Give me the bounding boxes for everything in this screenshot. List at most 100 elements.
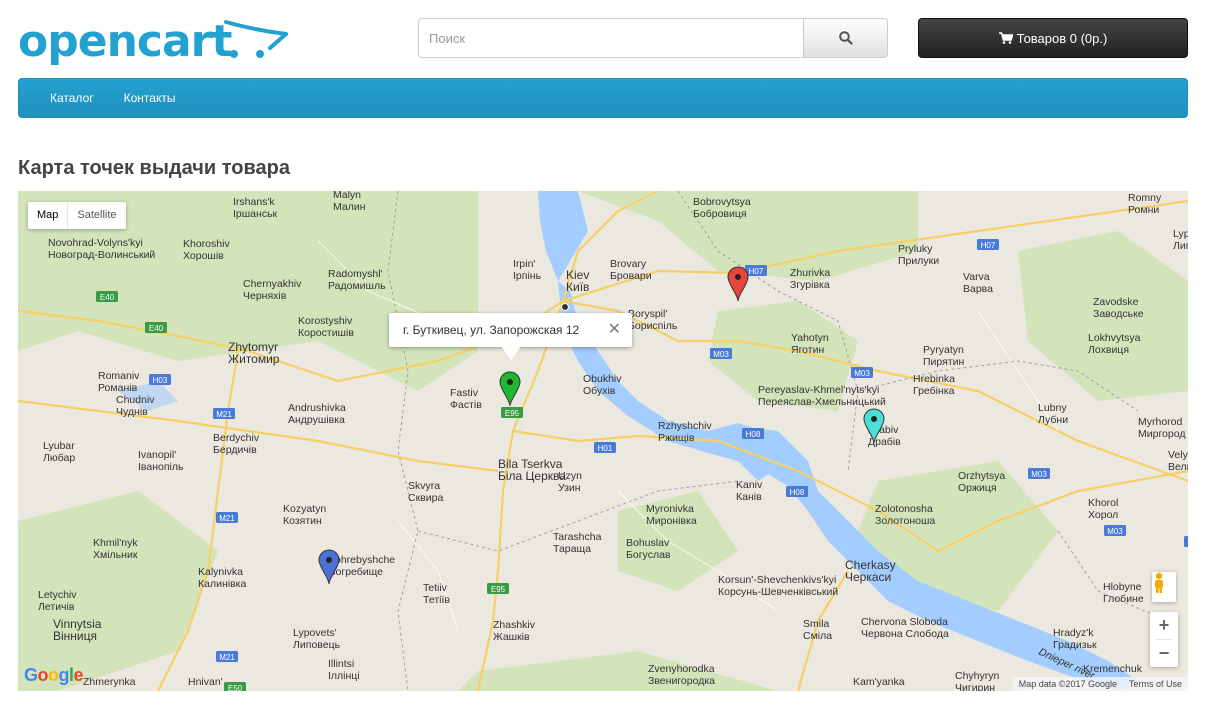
google-logo-text: Google xyxy=(24,665,84,685)
city-name: Zhashkiv xyxy=(493,619,536,631)
road-shield-label: H07 xyxy=(981,241,996,250)
city-local-name: Золотоноша xyxy=(875,515,935,527)
city-local-name: Червона Слобода xyxy=(861,628,949,640)
zoom-out-button[interactable]: − xyxy=(1150,640,1178,667)
google-map[interactable]: Malyn Малин Irshans'k Іршанськ Bobrovytsya Бо… xyxy=(18,191,1188,691)
city-label: KorostyshivКоростишів xyxy=(298,315,354,339)
city-label: Bila TserkvaБіла Церква xyxy=(498,457,566,483)
city-local-name: Чигирин xyxy=(955,682,995,691)
city-name: Myrhorod xyxy=(1138,416,1183,428)
road-shield-label: M21 xyxy=(219,653,235,662)
city-label: FastivФастів xyxy=(450,387,482,411)
cart-button[interactable]: Товаров 0 (0р.) xyxy=(918,18,1188,58)
logo-text: opencart xyxy=(18,16,232,67)
city-name: Khmil'nyk xyxy=(93,537,138,549)
city-label: Lypova DolynaЛипова Долина xyxy=(1173,228,1188,252)
city-label: MalynМалин xyxy=(333,191,366,213)
city-name: Brovary xyxy=(610,258,647,270)
city-name: Varva xyxy=(963,271,990,283)
street-view-pegman[interactable] xyxy=(1152,572,1176,602)
city-local-name: Бердичів xyxy=(213,444,257,456)
city-name: Zolotonosha xyxy=(875,503,933,515)
city-local-name: Богуслав xyxy=(626,549,671,561)
city-local-name: Миронівка xyxy=(646,515,697,527)
city-local-name: Хмільник xyxy=(93,549,138,561)
menu-item-contacts[interactable]: Контакты xyxy=(109,91,191,105)
city-name: Hnivan' xyxy=(188,676,223,688)
opencart-logo[interactable]: opencart xyxy=(18,14,288,70)
road-shield: H03 xyxy=(1184,536,1188,547)
page-title: Карта точек выдачи товара xyxy=(18,157,290,179)
city-label: KanivКанів xyxy=(736,479,763,503)
city-label: Zhmerynka xyxy=(83,676,136,688)
city-local-name: Тетіїв xyxy=(423,594,450,606)
search-input[interactable] xyxy=(418,18,803,58)
city-local-name: Гребінка xyxy=(913,385,955,397)
city-local-name: Любар xyxy=(43,452,75,464)
kiev-center-dot xyxy=(561,303,569,311)
city-name: Romaniv xyxy=(98,370,140,382)
city-label: RomanivРоманів xyxy=(98,370,140,394)
city-local-name: Оржиця xyxy=(958,482,997,494)
city-label: TetiivТетіїв xyxy=(423,582,450,606)
terms-of-use-link[interactable]: Terms of Use xyxy=(1129,677,1182,691)
city-local-name: Переяслав-Хмельницький xyxy=(758,396,886,408)
city-label: Irshans'kІршанськ xyxy=(233,196,278,220)
city-label: Velyka BahachkaВелика Багачка xyxy=(1168,449,1188,473)
city-name: Malyn xyxy=(333,191,361,201)
city-label: LyubarЛюбар xyxy=(43,440,75,464)
city-name: Chudniv xyxy=(116,394,155,406)
shopping-cart-icon xyxy=(998,32,1013,44)
city-name: Bobrovytsya xyxy=(693,196,751,208)
city-label: ZhashkivЖашків xyxy=(493,619,536,643)
city-name: Yahotyn xyxy=(791,332,829,344)
city-name: Zavodske xyxy=(1093,296,1139,308)
city-name: Chervona Sloboda xyxy=(861,616,948,628)
close-icon[interactable]: ✕ xyxy=(608,313,621,347)
city-local-name: Ірпінь xyxy=(513,270,542,282)
map-type-satellite-button[interactable]: Satellite xyxy=(67,202,125,229)
city-local-name: Іванопіль xyxy=(138,461,184,473)
pegman-icon xyxy=(1155,572,1163,593)
city-name: Andrushivka xyxy=(288,402,346,414)
road-shield: M03 xyxy=(851,367,873,378)
city-name: Skvyra xyxy=(408,480,440,492)
city-local-name: Градизьк xyxy=(1053,639,1097,651)
menu-item-catalog[interactable]: Каталог xyxy=(35,91,109,105)
map-canvas[interactable]: MalynМалин Irshans'kІршанськ Bobrovytsya Бо… xyxy=(18,191,1188,691)
city-local-name: Біла Церква xyxy=(498,469,566,483)
road-shield: E40 xyxy=(96,291,118,302)
city-local-name: Варва xyxy=(963,283,993,295)
road-shield: H07 xyxy=(977,239,999,250)
city-local-name: Андрушівка xyxy=(288,414,345,426)
city-local-name: Летичів xyxy=(38,601,75,613)
city-label: VinnytsiaВінниця xyxy=(53,617,102,643)
city-name: Korsun'-Shevchenkivs'kyi xyxy=(718,574,836,586)
search-button[interactable] xyxy=(803,18,888,58)
city-label: HlobyneГлобине xyxy=(1103,581,1144,605)
city-name: Pyryatyn xyxy=(923,344,964,356)
map-data-credit: Map data ©2017 Google xyxy=(1018,679,1117,689)
city-name: Ivanopil' xyxy=(138,449,176,461)
city-local-name: Іллінці xyxy=(328,670,360,682)
city-name: Boryspil' xyxy=(628,308,667,320)
city-local-name: Липова Долина xyxy=(1173,240,1188,252)
city-name: Uzyn xyxy=(558,470,582,482)
google-logo[interactable]: Google xyxy=(24,665,84,686)
city-label: MyrhorodМиргород xyxy=(1138,416,1185,440)
road-shield-label: M03 xyxy=(713,350,729,359)
city-name: Smila xyxy=(803,618,829,630)
city-local-name: Черкаси xyxy=(845,570,891,584)
cart-logo-icon xyxy=(224,20,288,58)
city-name: Lypova Dolyna xyxy=(1173,228,1188,240)
city-label: Korsun'-Shevchenkivs'kyiКорсунь-Шевченкі… xyxy=(718,574,838,598)
zoom-in-button[interactable]: + xyxy=(1150,612,1178,639)
city-label: ZhurivkaЗгурівка xyxy=(790,267,830,291)
city-local-name: Вінниця xyxy=(53,629,97,643)
city-local-name: Київ xyxy=(566,280,589,294)
city-label: Chervona SlobodaЧервона Слобода xyxy=(861,616,949,640)
map-type-control: Map Satellite xyxy=(28,202,126,229)
road-shield: M21 xyxy=(216,651,238,662)
city-label: HrebinkaГребінка xyxy=(913,373,955,397)
map-type-map-button[interactable]: Map xyxy=(28,202,67,229)
